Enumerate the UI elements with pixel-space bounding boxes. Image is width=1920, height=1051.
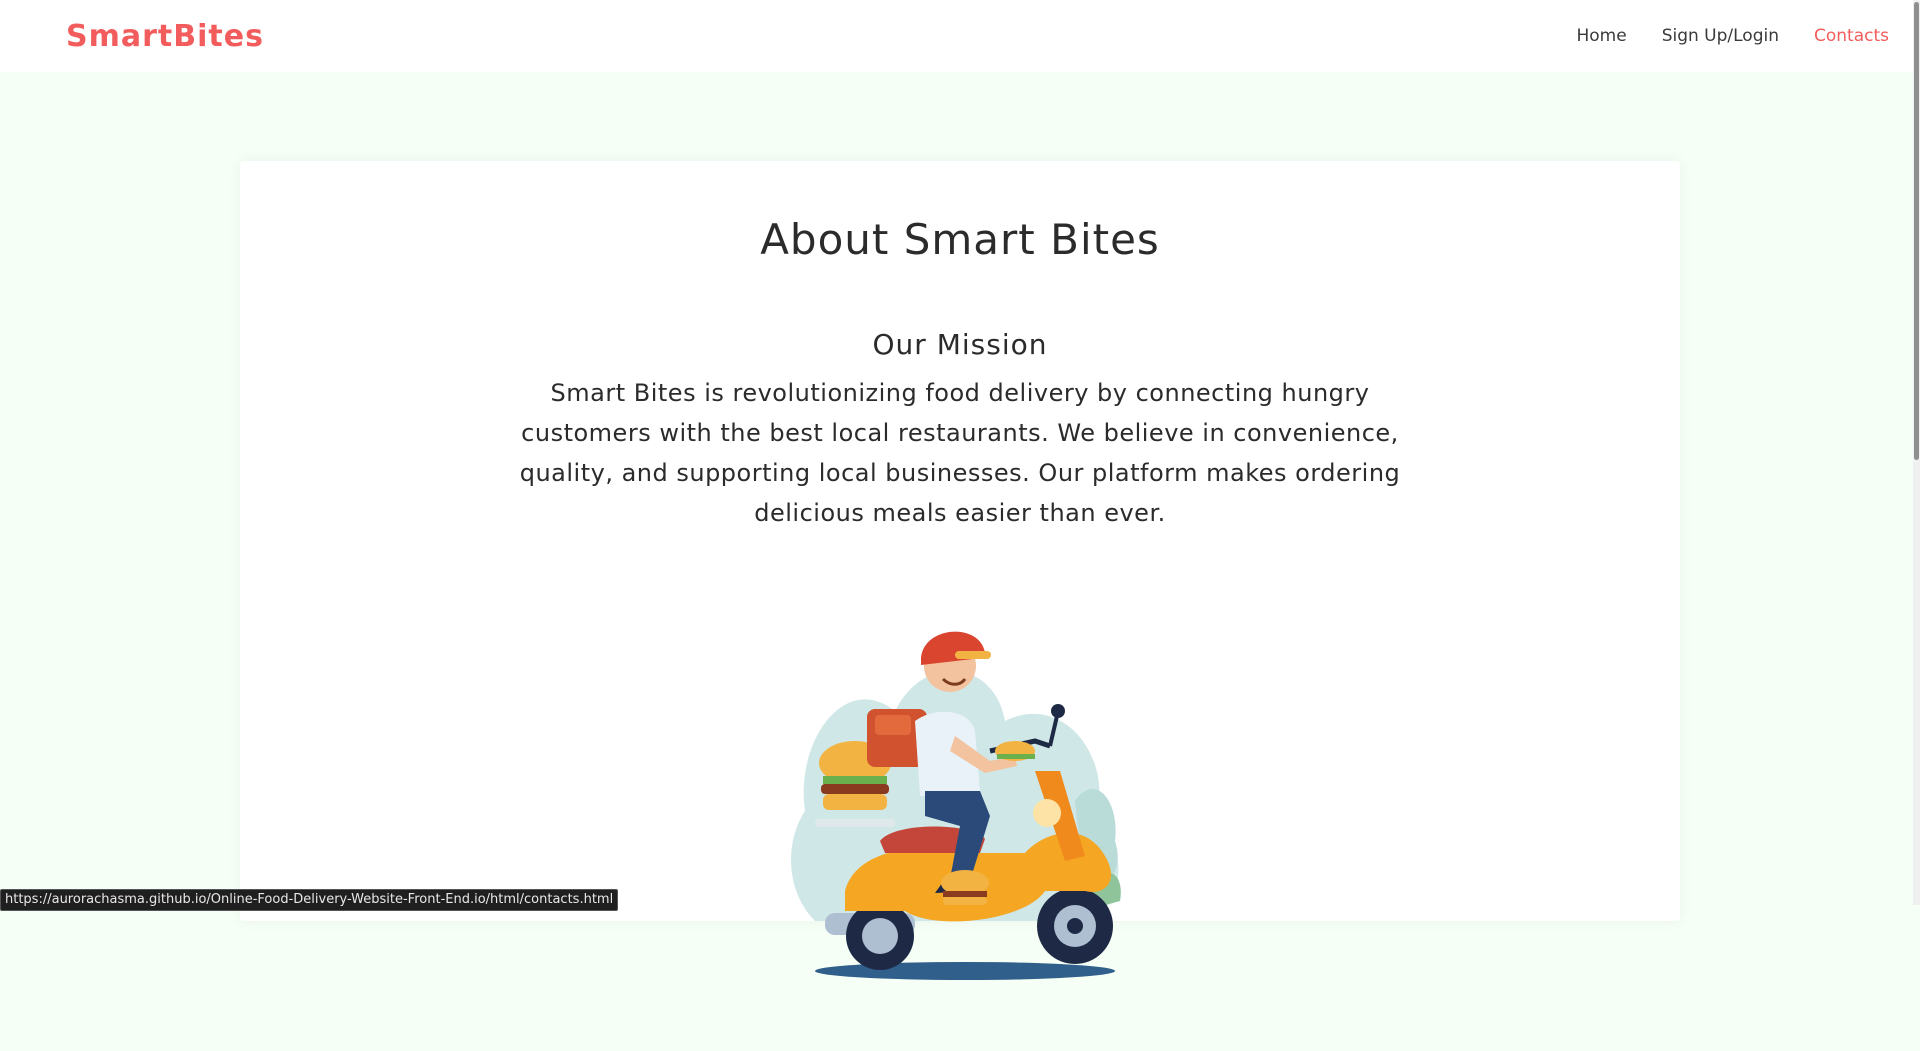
mission-heading: Our Mission bbox=[872, 328, 1048, 361]
nav-link-signup-login[interactable]: Sign Up/Login bbox=[1662, 26, 1779, 46]
about-card: About Smart Bites Our Mission Smart Bite… bbox=[240, 161, 1680, 980]
nav-link-contacts[interactable]: Contacts bbox=[1814, 26, 1889, 46]
nav-link-home[interactable]: Home bbox=[1576, 26, 1626, 46]
brand-logo[interactable]: SmartBites bbox=[66, 19, 264, 54]
mission-text: Smart Bites is revolutionizing food deli… bbox=[519, 379, 1401, 527]
page-title: About Smart Bites bbox=[760, 215, 1160, 264]
link-status-url: https://aurorachasma.github.io/Online-Fo… bbox=[0, 889, 619, 911]
scrollbar-thumb[interactable] bbox=[1914, 2, 1919, 460]
page-scrollbar[interactable] bbox=[1913, 0, 1920, 905]
delivery-scooter-illustration bbox=[791, 631, 1121, 980]
top-navbar: SmartBites Home Sign Up/Login Contacts bbox=[0, 0, 1920, 72]
nav-links: Home Sign Up/Login Contacts bbox=[1576, 26, 1889, 46]
